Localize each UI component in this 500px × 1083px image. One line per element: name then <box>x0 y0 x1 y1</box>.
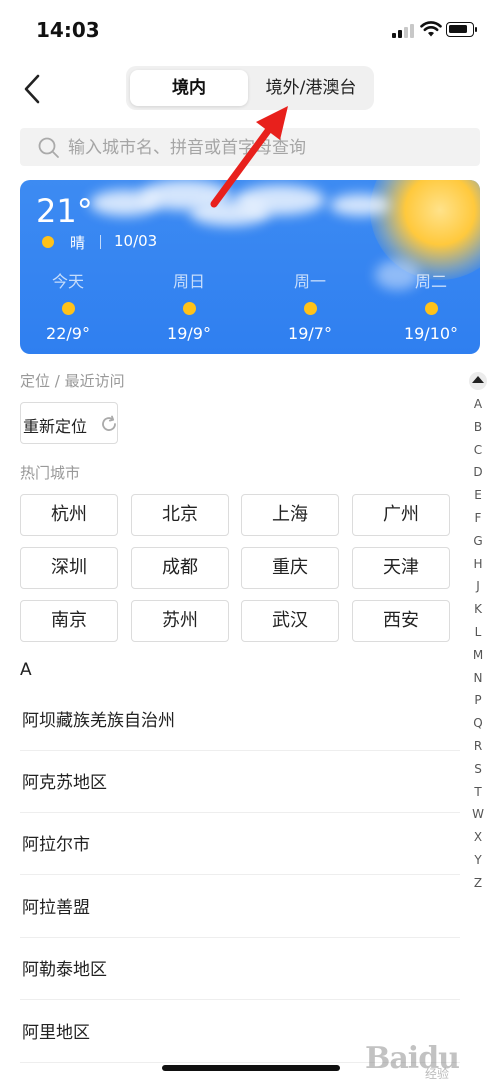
forecast-range: 19/7° <box>288 324 332 343</box>
city-list-item[interactable]: 阿拉尔市 <box>20 812 460 875</box>
forecast-day: 周一 19/7° <box>262 268 358 343</box>
index-letter[interactable]: M <box>466 644 490 667</box>
hot-city-button[interactable]: 西安 <box>352 600 450 642</box>
forecast-day-label: 周一 <box>293 272 326 291</box>
hot-city-button[interactable]: 杭州 <box>20 494 118 536</box>
status-time: 14:03 <box>36 18 100 42</box>
weather-condition: 晴 <box>70 234 86 252</box>
index-letter[interactable]: T <box>466 781 490 804</box>
forecast-day: 周二 19/10° <box>383 268 479 343</box>
index-letter[interactable]: B <box>466 416 490 439</box>
search-icon <box>38 137 59 158</box>
refresh-icon <box>102 415 116 431</box>
city-name: 阿坝藏族羌族自治州 <box>22 711 175 731</box>
forecast-day-label: 今天 <box>51 272 84 291</box>
watermark-subtext: 经验 <box>425 1067 450 1081</box>
relocate-button[interactable]: 重新定位 <box>20 402 118 444</box>
hot-city-button[interactable]: 重庆 <box>241 547 339 589</box>
location-section-title: 定位 / 最近访问 <box>20 372 125 390</box>
city-name: 阿拉善盟 <box>22 898 90 918</box>
sunny-icon <box>303 302 317 315</box>
city-list-item[interactable]: 阿坝藏族羌族自治州 <box>20 688 460 751</box>
sunny-icon <box>61 302 75 315</box>
index-letter[interactable]: N <box>466 667 490 690</box>
annotation-arrow-icon <box>210 106 288 208</box>
hot-city-button[interactable]: 北京 <box>131 494 229 536</box>
current-temperature: 21° <box>36 192 93 230</box>
alphabet-index-bar[interactable]: A B C D E F G H J K L M N P Q R S T W X … <box>466 372 490 895</box>
forecast-range: 19/9° <box>167 324 211 343</box>
index-letter[interactable]: F <box>466 507 490 530</box>
hot-city-button[interactable]: 南京 <box>20 600 118 642</box>
forecast-range: 22/9° <box>46 324 90 343</box>
index-letter[interactable]: C <box>466 439 490 462</box>
back-arrow-icon[interactable] <box>18 72 48 106</box>
hot-city-button[interactable]: 广州 <box>352 494 450 536</box>
hot-city-button[interactable]: 上海 <box>241 494 339 536</box>
index-letter[interactable]: K <box>466 598 490 621</box>
sunny-icon <box>42 236 54 248</box>
index-letter[interactable]: L <box>466 621 490 644</box>
forecast-day: 周日 19/9° <box>141 268 237 343</box>
index-letter[interactable]: Y <box>466 849 490 872</box>
index-letter[interactable]: W <box>466 803 490 826</box>
city-name: 阿拉尔市 <box>22 835 90 855</box>
sunny-icon <box>182 302 196 315</box>
index-letter[interactable]: A <box>466 393 490 416</box>
index-letter[interactable]: Q <box>466 712 490 735</box>
index-letter[interactable]: G <box>466 530 490 553</box>
status-bar: 14:03 <box>0 0 500 58</box>
index-letter[interactable]: R <box>466 735 490 758</box>
index-letter[interactable]: E <box>466 484 490 507</box>
relocate-label: 重新定位 <box>23 417 88 436</box>
cellular-signal-icon <box>392 24 414 38</box>
city-name: 阿克苏地区 <box>22 773 107 793</box>
index-letter[interactable]: H <box>466 553 490 576</box>
index-letter[interactable]: X <box>466 826 490 849</box>
hot-cities-section-title: 热门城市 <box>20 464 81 482</box>
city-list-item[interactable]: 阿克苏地区 <box>20 750 460 813</box>
battery-icon <box>446 22 477 37</box>
hot-city-button[interactable]: 深圳 <box>20 547 118 589</box>
list-section-letter: A <box>20 660 32 680</box>
index-letter[interactable]: Z <box>466 872 490 895</box>
forecast-day-label: 周日 <box>172 272 205 291</box>
watermark-logo: Baidu 经验 <box>365 1035 495 1081</box>
hot-city-button[interactable]: 苏州 <box>131 600 229 642</box>
city-list-item[interactable]: 阿拉善盟 <box>20 875 460 938</box>
index-letter[interactable]: J <box>466 575 490 598</box>
hot-city-button[interactable]: 天津 <box>352 547 450 589</box>
city-name: 阿勒泰地区 <box>22 960 107 980</box>
city-name: 阿里地区 <box>22 1023 90 1043</box>
scroll-top-triangle-icon[interactable] <box>469 372 487 390</box>
hot-city-button[interactable]: 成都 <box>131 547 229 589</box>
sunny-icon <box>424 302 438 315</box>
index-letter[interactable]: S <box>466 758 490 781</box>
forecast-day: 今天 22/9° <box>20 268 116 343</box>
index-letter[interactable]: D <box>466 461 490 484</box>
divider <box>100 235 101 249</box>
forecast-day-label: 周二 <box>414 272 447 291</box>
weather-date: 10/03 <box>114 232 158 250</box>
hot-city-button[interactable]: 武汉 <box>241 600 339 642</box>
city-list-item[interactable]: 阿勒泰地区 <box>20 937 460 1000</box>
index-letter[interactable]: P <box>466 689 490 712</box>
home-indicator <box>162 1065 340 1071</box>
wifi-icon <box>420 21 442 37</box>
forecast-range: 19/10° <box>403 324 459 343</box>
